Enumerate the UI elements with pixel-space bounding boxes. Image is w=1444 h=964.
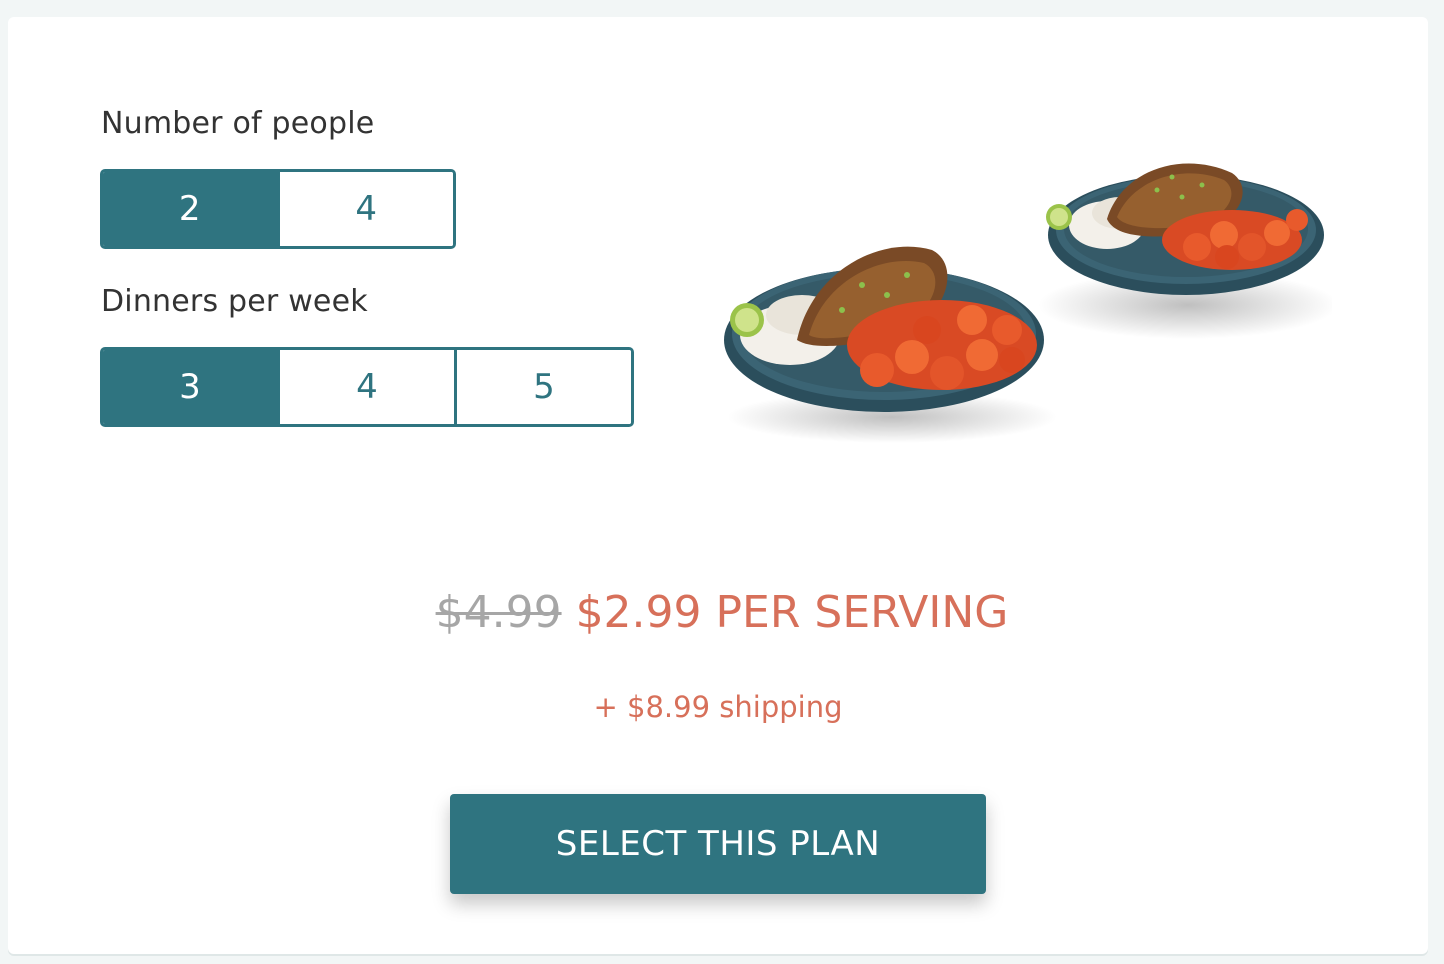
dinners-option-3[interactable]: 3 (103, 350, 277, 424)
people-option-4[interactable]: 4 (276, 172, 453, 246)
people-label: Number of people (101, 106, 375, 141)
original-price: $4.99 (435, 587, 562, 638)
plate-front (724, 246, 1057, 443)
plate-back (1038, 163, 1332, 339)
dinners-option-5[interactable]: 5 (454, 350, 631, 424)
shipping-cost: + $8.99 shipping (593, 690, 843, 724)
people-option-2[interactable]: 2 (103, 172, 277, 246)
dinners-label: Dinners per week (101, 284, 368, 319)
dinners-option-4[interactable]: 4 (277, 350, 454, 424)
select-plan-button[interactable]: SELECT THIS PLAN (450, 794, 986, 894)
dinners-selector: 3 4 5 (100, 347, 634, 427)
discounted-price: $2.99 PER SERVING (575, 587, 1009, 638)
meal-plates-image (724, 163, 1332, 443)
price-line: $4.99 $2.99 PER SERVING (0, 583, 1444, 643)
people-selector: 2 4 (100, 169, 456, 249)
